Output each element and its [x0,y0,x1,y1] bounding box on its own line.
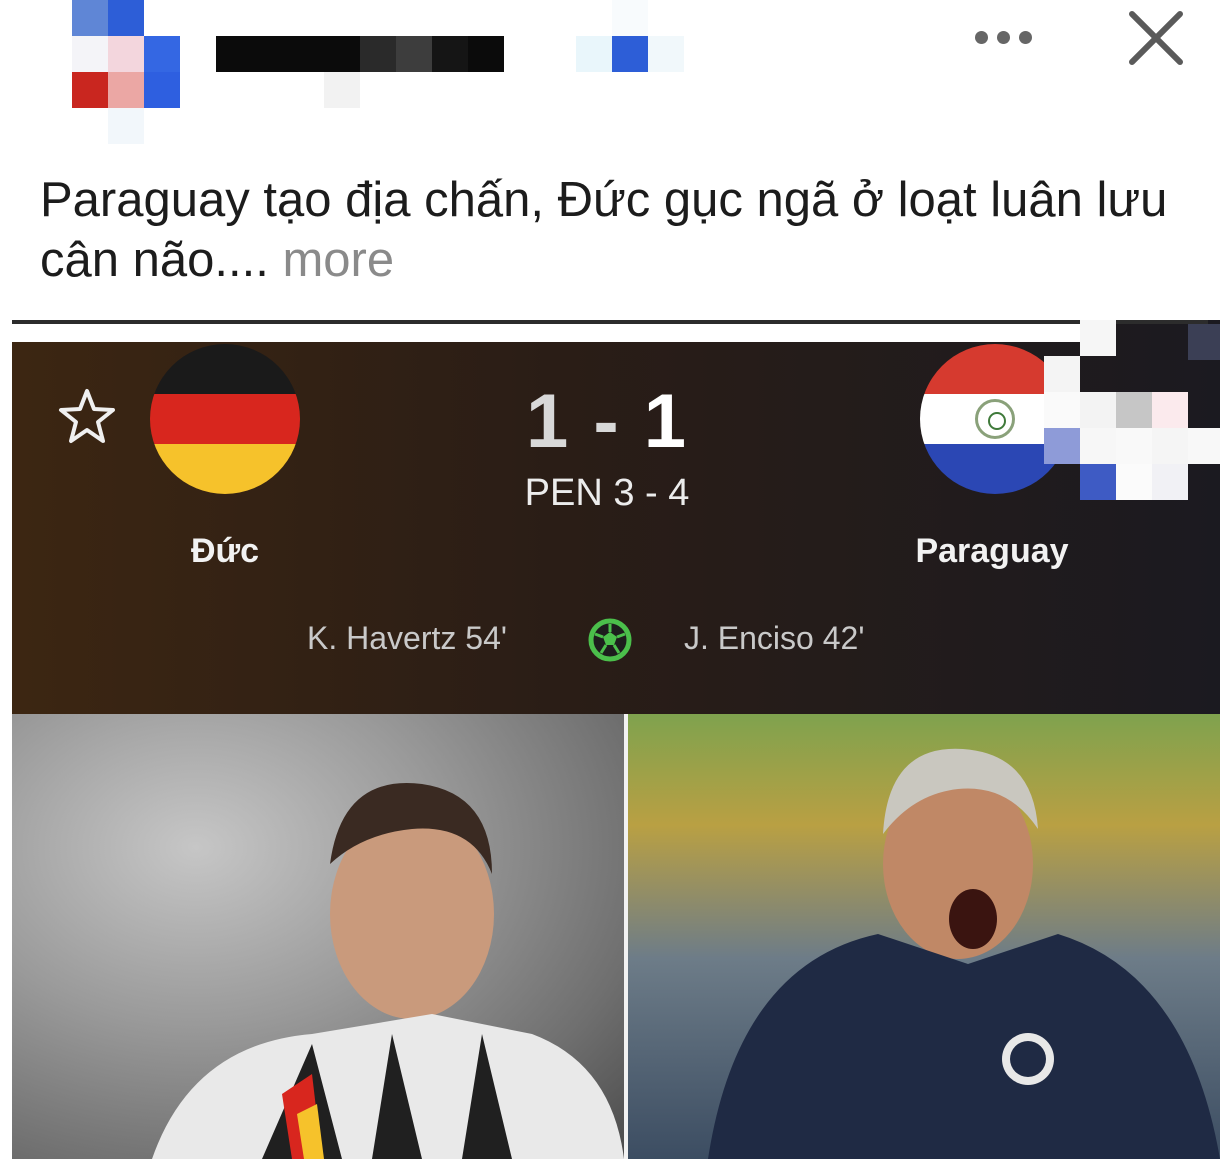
redaction-pixels [648,36,684,72]
score-separator: - [570,379,644,464]
redaction-pixels [1152,392,1188,428]
redaction-pixels [612,0,648,36]
redaction-pixels [1080,392,1116,428]
redaction-pixels [576,36,612,72]
redaction-pixels [1188,324,1220,360]
redaction-pixels [612,36,648,72]
avatar[interactable] [36,0,216,144]
home-team-name: Đức [190,532,260,570]
redaction-pixels [1044,356,1080,392]
more-horizontal-icon-dot [1018,30,1032,44]
away-score: 1 [643,379,689,464]
home-score: 1 [525,379,571,464]
germany-flag-icon [150,344,300,494]
star-icon[interactable] [56,386,118,448]
player-photo-paraguay [628,714,1220,1159]
soccer-ball-icon [588,618,632,662]
redaction-pixels [1116,464,1152,500]
redaction-pixels [1080,464,1116,500]
match-score: 1 - 1 [472,378,742,465]
redaction-pixels [1116,392,1152,428]
redaction-pixels [1044,428,1080,464]
redaction-pixels [1152,464,1188,500]
see-more-link[interactable]: more [282,233,394,287]
redaction-pixels [1116,428,1152,464]
close-button[interactable] [1124,6,1188,70]
redaction-pixels [324,72,360,108]
more-options-button[interactable] [968,22,1038,52]
author-name-redacted[interactable] [216,36,504,72]
redaction-pixels [1080,428,1116,464]
player-silhouette [152,783,624,1159]
more-horizontal-icon [974,30,988,44]
home-goal-scorer: K. Havertz 54' [307,620,507,656]
caption-text: Paraguay tạo địa chấn, Đức gục ngã ở loạ… [40,173,1168,287]
player-silhouette [708,748,1220,1159]
match-scorecard: 1 - 1 PEN 3 - 4 Đức Paraguay K. Havertz … [12,320,1220,715]
more-horizontal-icon-dot [996,30,1010,44]
penalty-score: PEN 3 - 4 [524,472,690,514]
away-goal-scorer: J. Enciso 42' [684,620,865,656]
redaction-pixels [1080,320,1116,356]
paraguay-seal-icon [975,399,1015,439]
player-photo-germany [12,714,624,1159]
post-caption: Paraguay tạo địa chấn, Đức gục ngã ở loạ… [40,170,1180,290]
close-icon [1129,11,1183,65]
redaction-pixels [1044,392,1080,428]
post-image[interactable]: 1 - 1 PEN 3 - 4 Đức Paraguay K. Havertz … [12,320,1220,1159]
away-team-name: Paraguay [915,532,1069,570]
redaction-pixels [1152,428,1188,464]
image-top-edge [12,320,1208,324]
redaction-pixels [1188,428,1220,464]
